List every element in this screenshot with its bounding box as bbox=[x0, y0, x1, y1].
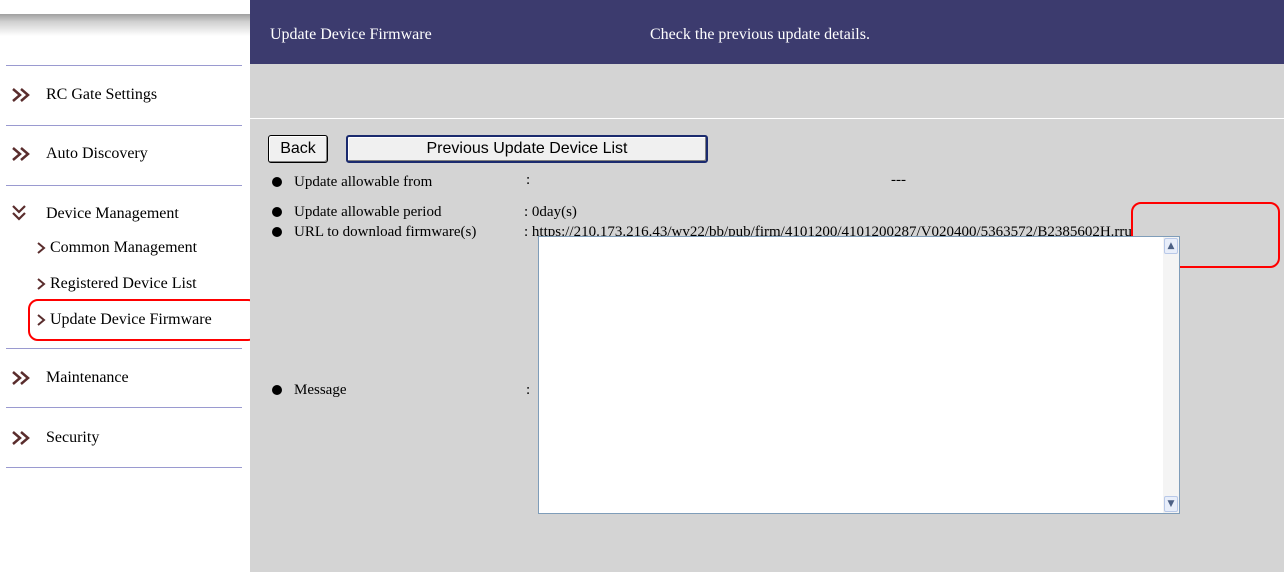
sidebar-subitem-registered-device-list[interactable]: Registered Device List bbox=[36, 273, 197, 295]
sidebar-separator bbox=[6, 407, 242, 408]
detail-row-allowable-from: Update allowable from bbox=[272, 172, 432, 192]
bullet-icon bbox=[272, 227, 282, 237]
page-description: Check the previous update details. bbox=[650, 26, 870, 43]
detail-row-allowable-period: Update allowable period bbox=[272, 202, 441, 222]
detail-label: Message bbox=[294, 381, 347, 398]
detail-label: Update allowable period bbox=[294, 203, 442, 220]
double-chevron-right-icon bbox=[10, 145, 36, 163]
scroll-up-icon[interactable]: ▲ bbox=[1164, 238, 1178, 254]
sidebar-subitem-update-device-firmware[interactable]: Update Device Firmware bbox=[36, 309, 212, 331]
bullet-icon bbox=[272, 177, 282, 187]
message-scrollbar[interactable]: ▲ ▼ bbox=[1163, 237, 1179, 513]
sidebar-separator bbox=[6, 348, 242, 349]
message-textarea[interactable] bbox=[538, 236, 1180, 514]
detail-label: Update allowable from bbox=[294, 173, 433, 190]
main-content: Update Device Firmware Check the previou… bbox=[250, 0, 1284, 572]
back-button[interactable]: Back bbox=[268, 135, 328, 163]
detail-label: URL to download firmware(s) bbox=[294, 223, 477, 240]
chevron-right-icon bbox=[36, 241, 46, 255]
double-chevron-down-icon bbox=[10, 205, 36, 223]
sidebar-item-label: Device Management bbox=[46, 205, 179, 222]
sidebar-separator bbox=[6, 125, 242, 126]
sidebar-subitem-label: Common Management bbox=[50, 239, 198, 256]
sidebar-separator bbox=[6, 185, 242, 186]
previous-update-device-list-button[interactable]: Previous Update Device List bbox=[346, 135, 708, 163]
allowable-from-value: --- bbox=[891, 172, 906, 188]
sidebar-item-rc-gate-settings[interactable]: RC Gate Settings bbox=[10, 84, 157, 106]
sidebar-item-label: Maintenance bbox=[46, 369, 129, 386]
page-header: Update Device Firmware Check the previou… bbox=[250, 0, 1284, 64]
sidebar-separator bbox=[6, 467, 242, 468]
page-title: Update Device Firmware bbox=[270, 26, 432, 43]
detail-row-message: Message bbox=[272, 380, 347, 400]
sidebar-item-maintenance[interactable]: Maintenance bbox=[10, 367, 129, 389]
allowable-period-value: : 0day(s) bbox=[524, 204, 577, 220]
sidebar-item-label: RC Gate Settings bbox=[46, 86, 158, 103]
sidebar-item-device-management[interactable]: Device Management bbox=[10, 203, 179, 225]
scroll-down-icon[interactable]: ▼ bbox=[1164, 496, 1178, 512]
content-divider bbox=[250, 118, 1284, 119]
sidebar-subitem-label: Update Device Firmware bbox=[50, 311, 212, 328]
sidebar: RC Gate Settings Auto Discovery Device M… bbox=[0, 0, 258, 572]
bullet-icon bbox=[272, 207, 282, 217]
detail-colon: : bbox=[526, 172, 531, 188]
sidebar-item-auto-discovery[interactable]: Auto Discovery bbox=[10, 143, 148, 165]
double-chevron-right-icon bbox=[10, 86, 36, 104]
sidebar-separator bbox=[6, 65, 242, 66]
sidebar-item-security[interactable]: Security bbox=[10, 427, 99, 449]
double-chevron-right-icon bbox=[10, 429, 36, 447]
sidebar-top-bar bbox=[0, 14, 250, 36]
bullet-icon bbox=[272, 385, 282, 395]
chevron-right-icon bbox=[36, 277, 46, 291]
detail-colon: : bbox=[526, 382, 531, 398]
sidebar-subitem-label: Registered Device List bbox=[50, 275, 197, 292]
sidebar-subitem-common-management[interactable]: Common Management bbox=[36, 237, 197, 259]
double-chevron-right-icon bbox=[10, 369, 36, 387]
detail-row-firmware-url: URL to download firmware(s) bbox=[272, 222, 476, 242]
sidebar-item-label: Security bbox=[46, 429, 100, 446]
sidebar-item-label: Auto Discovery bbox=[46, 145, 148, 162]
chevron-right-icon bbox=[36, 313, 46, 327]
